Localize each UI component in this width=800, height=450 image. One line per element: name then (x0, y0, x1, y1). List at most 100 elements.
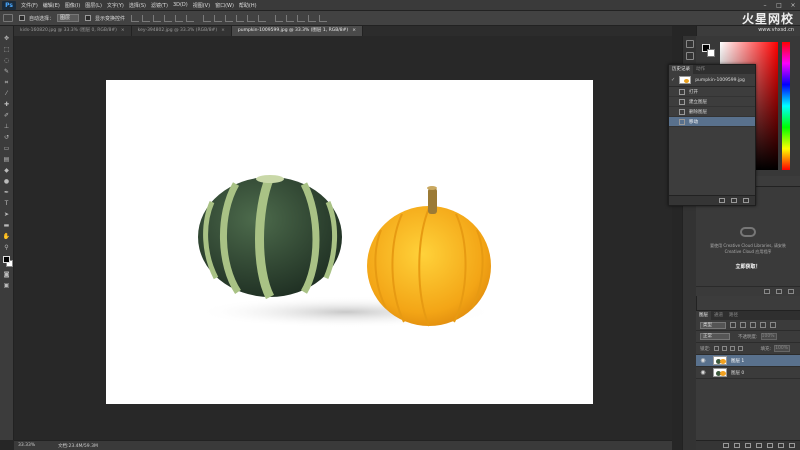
new-document-from-state-icon[interactable] (719, 198, 725, 203)
auto-select-dropdown[interactable]: 图层 (57, 14, 80, 22)
quick-mask-icon[interactable]: ◙ (2, 270, 11, 279)
opacity-input[interactable]: 100% (760, 333, 777, 340)
quick-select-tool-icon[interactable]: ✎ (2, 67, 11, 76)
move-tool-icon[interactable]: ✥ (2, 34, 11, 43)
link-layers-icon[interactable] (723, 443, 729, 448)
get-it-now-link[interactable]: 立即获取！ (702, 263, 794, 270)
hue-slider[interactable] (782, 42, 790, 170)
eraser-tool-icon[interactable]: ▭ (2, 144, 11, 153)
menu-layer[interactable]: 图层(L) (85, 2, 102, 9)
eyedropper-tool-icon[interactable]: ⁄ (2, 89, 11, 98)
distribute-icon[interactable] (203, 14, 212, 22)
lock-pixels-icon[interactable] (721, 346, 727, 351)
new-group-icon[interactable] (767, 443, 773, 448)
align-icon[interactable] (153, 14, 162, 22)
blur-tool-icon[interactable]: ◆ (2, 166, 11, 175)
lock-all-icon[interactable] (737, 346, 743, 351)
path-select-tool-icon[interactable]: ➤ (2, 210, 11, 219)
hand-tool-icon[interactable]: ✋ (2, 232, 11, 241)
close-tab-icon[interactable]: × (121, 28, 125, 33)
lock-transparent-icon[interactable] (713, 346, 719, 351)
clone-stamp-tool-icon[interactable]: ⊥ (2, 122, 11, 131)
layer-name[interactable]: 图层 1 (731, 358, 744, 364)
tab-kids[interactable]: kids-160820.jpg @ 33.3% (图层 0, RGB/8#) × (14, 26, 132, 36)
type-tool-icon[interactable]: T (2, 199, 11, 208)
foreground-color-swatch[interactable] (3, 255, 10, 263)
history-brush-tool-icon[interactable]: ↺ (2, 133, 11, 142)
zoom-level[interactable]: 33.33% (18, 443, 44, 448)
align-icon[interactable] (164, 14, 173, 22)
visibility-eye-icon[interactable]: ◉ (699, 369, 707, 376)
marquee-tool-icon[interactable]: ⬚ (2, 45, 11, 54)
brush-source-icon[interactable]: ✓ (671, 77, 675, 83)
crop-tool-icon[interactable]: ⌗ (2, 78, 11, 87)
history-step[interactable]: 打开 (669, 87, 755, 97)
tab-actions[interactable]: 动作 (693, 65, 708, 74)
adjustment-layer-icon[interactable] (756, 443, 762, 448)
color-swatches[interactable] (2, 254, 13, 268)
healing-brush-tool-icon[interactable]: ✚ (2, 100, 11, 109)
filter-shape-icon[interactable] (760, 322, 766, 328)
align-icon[interactable] (131, 14, 140, 22)
align-icon[interactable] (142, 14, 151, 22)
menu-file[interactable]: 文件(F) (21, 2, 38, 9)
new-layer-icon[interactable] (778, 443, 784, 448)
distribute-icon[interactable] (236, 14, 245, 22)
align-icon[interactable] (186, 14, 195, 22)
3d-mode-icon[interactable] (275, 14, 284, 22)
fill-input[interactable]: 100% (774, 345, 791, 352)
trash-icon[interactable] (743, 198, 749, 203)
menu-view[interactable]: 视图(V) (193, 2, 210, 9)
camera-snapshot-icon[interactable] (731, 198, 737, 203)
filter-pixel-icon[interactable] (730, 322, 736, 328)
menu-image[interactable]: 图像(I) (65, 2, 80, 9)
auto-select-checkbox[interactable] (19, 15, 25, 21)
zoom-tool-icon[interactable]: ⚲ (2, 243, 11, 252)
layer-name[interactable]: 图层 0 (731, 370, 744, 376)
menu-select[interactable]: 选择(S) (129, 2, 146, 9)
library-folder-icon[interactable] (776, 289, 782, 294)
visibility-eye-icon[interactable]: ◉ (699, 357, 707, 364)
blend-mode-dropdown[interactable]: 正常 (700, 333, 730, 340)
lasso-tool-icon[interactable]: ◌ (2, 56, 11, 65)
tab-history[interactable]: 历史记录 (669, 65, 693, 74)
menu-edit[interactable]: 编辑(E) (43, 2, 60, 9)
screen-mode-icon[interactable]: ▣ (2, 281, 11, 290)
workspace[interactable] (14, 36, 672, 440)
pen-tool-icon[interactable]: ✒ (2, 188, 11, 197)
filter-type-icon[interactable] (750, 322, 756, 328)
tab-key[interactable]: key-394802.jpg @ 33.3% (RGB/8#) × (131, 26, 232, 36)
3d-mode-icon[interactable] (319, 14, 328, 22)
library-trash-icon[interactable] (788, 289, 794, 294)
filter-smart-object-icon[interactable] (770, 322, 776, 328)
menu-filter[interactable]: 滤镜(T) (151, 2, 168, 9)
layer-row[interactable]: ◉ 图层 0 (696, 367, 800, 379)
3d-mode-icon[interactable] (286, 14, 295, 22)
menu-help[interactable]: 帮助(H) (239, 2, 257, 9)
properties-panel-icon[interactable] (685, 52, 694, 60)
layer-filter-dropdown[interactable]: 类型 (700, 321, 726, 329)
menu-type[interactable]: 文字(Y) (107, 2, 124, 9)
document-canvas[interactable] (106, 80, 593, 404)
move-tool-preset-icon[interactable] (3, 14, 13, 22)
layer-style-icon[interactable] (734, 443, 740, 448)
distribute-icon[interactable] (258, 14, 267, 22)
tab-paths[interactable]: 路径 (726, 311, 741, 320)
shape-tool-icon[interactable]: ▬ (2, 221, 11, 230)
history-step[interactable]: 建立图层 (669, 97, 755, 107)
show-transform-checkbox[interactable] (85, 15, 92, 21)
history-step-current[interactable]: 移动 (669, 117, 755, 127)
history-panel-icon[interactable] (685, 40, 694, 48)
lock-position-icon[interactable] (729, 346, 735, 351)
distribute-icon[interactable] (214, 14, 223, 22)
brush-tool-icon[interactable]: ✐ (2, 111, 11, 120)
close-tab-icon[interactable]: × (221, 28, 225, 33)
library-add-icon[interactable] (764, 289, 770, 294)
layer-row-selected[interactable]: ◉ 图层 1 (696, 355, 800, 367)
tab-layers[interactable]: 图层 (696, 311, 711, 320)
filter-adjustment-icon[interactable] (740, 322, 746, 328)
3d-mode-icon[interactable] (308, 14, 317, 22)
tab-pumpkin[interactable]: pumpkin-1009599.jpg @ 33.3% (图层 1, RGB/8… (231, 26, 363, 36)
background-color-swatch[interactable] (707, 49, 715, 57)
history-step[interactable]: 删除图层 (669, 107, 755, 117)
